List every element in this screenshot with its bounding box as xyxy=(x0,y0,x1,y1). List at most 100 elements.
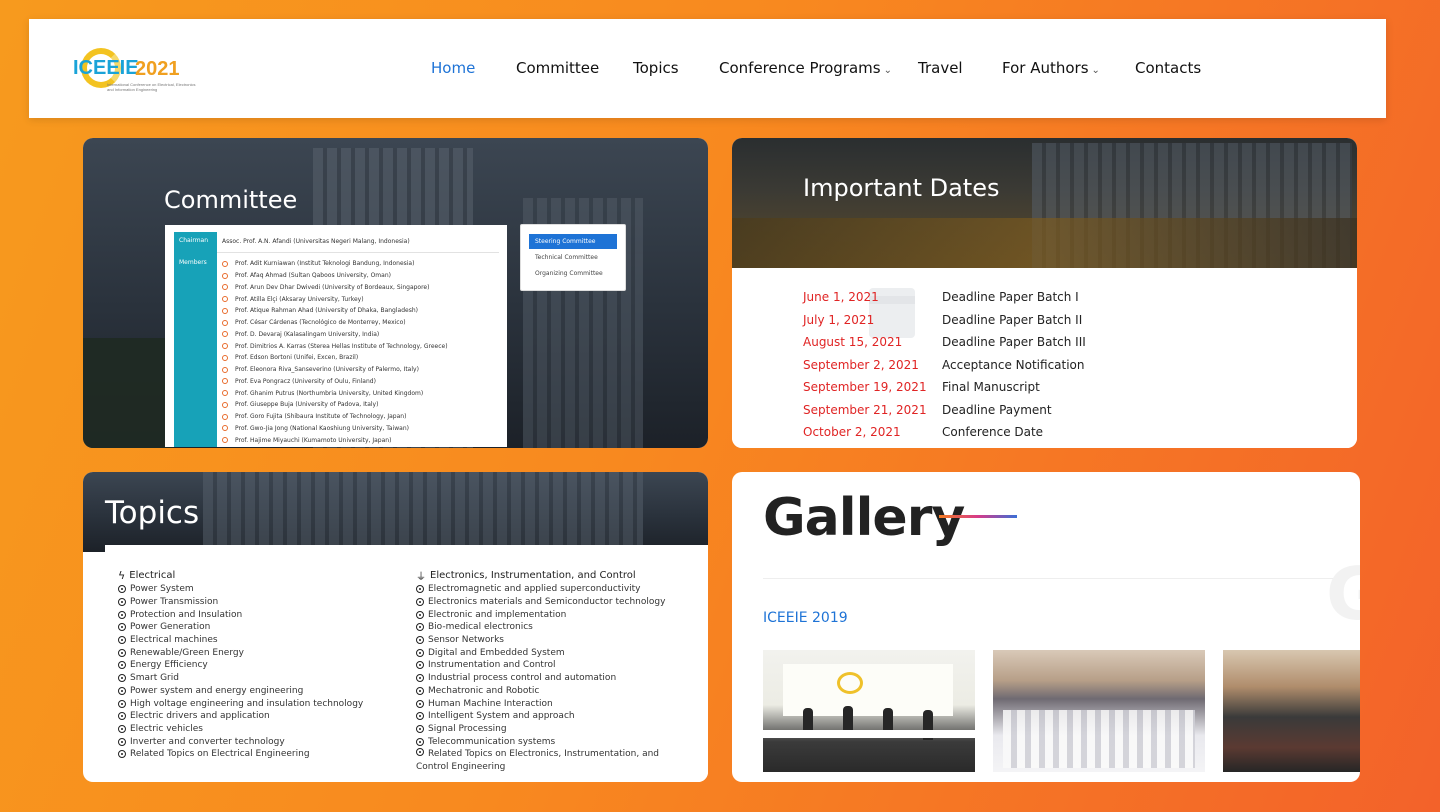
list-item: Prof. Ghanim Putrus (Northumbria Univers… xyxy=(222,387,448,399)
gallery-photo-audience[interactable] xyxy=(993,650,1205,772)
committee-title: Committee xyxy=(164,186,298,214)
divider xyxy=(217,252,499,253)
list-item: Mechatronic and Robotic xyxy=(416,685,686,698)
list-item: Prof. Atilla Elçi (Aksaray University, T… xyxy=(222,293,448,305)
bullet-icon xyxy=(222,331,228,338)
gallery-photo-panel-discussion[interactable] xyxy=(763,650,975,772)
chairs xyxy=(1003,710,1195,768)
radio-bullet-icon xyxy=(416,724,424,733)
chevron-down-icon: ⌄ xyxy=(1091,65,1100,76)
radio-bullet-icon xyxy=(118,648,126,657)
list-item: Sensor Networks xyxy=(416,634,686,647)
tab-technical-committee[interactable]: Technical Committee xyxy=(529,250,617,265)
list-item: Prof. Eleonora Riva_Sanseverino (Univers… xyxy=(222,364,448,376)
list-item: Power System xyxy=(118,583,363,596)
chairman-label: Chairman xyxy=(179,237,209,244)
gallery-ghost-letter: G xyxy=(1326,552,1360,636)
gallery-title-underline xyxy=(939,515,1017,518)
nav-conference-programs[interactable]: Conference Programs ⌄ xyxy=(719,59,892,77)
list-item: Energy Efficiency xyxy=(118,659,363,672)
date-value: June 1, 2021 xyxy=(803,290,879,304)
date-value: September 19, 2021 xyxy=(803,380,927,394)
nav-contacts[interactable]: Contacts xyxy=(1135,59,1201,77)
date-label: Conference Date xyxy=(942,425,1044,439)
nav-for-authors[interactable]: For Authors ⌄ xyxy=(1002,59,1100,77)
radio-bullet-icon xyxy=(118,750,126,759)
logo-mark: ICEEIE xyxy=(73,57,139,79)
topics-card[interactable]: Topics ϟ Electrical Power System Power Tr… xyxy=(83,472,708,782)
committee-panel: Chairman Members Assoc. Prof. A.N. Afand… xyxy=(165,225,507,447)
list-item: Electronic and implementation xyxy=(416,608,686,621)
list-item: Human Machine Interaction xyxy=(416,697,686,710)
radio-bullet-icon xyxy=(118,674,126,683)
list-item: Electric vehicles xyxy=(118,723,363,736)
bullet-icon xyxy=(222,366,228,373)
site-logo[interactable]: ICEEIE 2021 International Conference on … xyxy=(73,47,196,92)
list-item: Smart Grid xyxy=(118,672,363,685)
list-item: Prof. Afaq Ahmad (Sultan Qaboos Universi… xyxy=(222,270,448,282)
bullet-icon xyxy=(222,425,228,432)
list-item: Bio-medical electronics xyxy=(416,621,686,634)
bullet-icon xyxy=(222,354,228,361)
bullet-icon xyxy=(222,272,228,279)
list-item: Electromagnetic and applied superconduct… xyxy=(416,583,686,596)
gallery-year-link[interactable]: ICEEIE 2019 xyxy=(763,610,848,626)
date-value: July 1, 2021 xyxy=(803,313,875,327)
gallery-title: Gallery xyxy=(763,488,965,548)
important-dates-card[interactable]: Important Dates June 1, 2021 Deadline Pap… xyxy=(732,138,1357,448)
nav-for-authors-label: For Authors xyxy=(1002,59,1089,77)
tab-organizing-committee[interactable]: Organizing Committee xyxy=(529,266,617,281)
list-item: Electronics materials and Semiconductor … xyxy=(416,596,686,609)
nav-home[interactable]: Home xyxy=(431,59,475,77)
date-label: Deadline Paper Batch III xyxy=(942,335,1086,349)
list-item: Prof. Atique Rahman Ahad (University of … xyxy=(222,305,448,317)
chairman-name: Assoc. Prof. A.N. Afandi (Universitas Ne… xyxy=(222,238,410,245)
date-label: Deadline Paper Batch II xyxy=(942,313,1083,327)
banner-logo-icon xyxy=(837,672,863,694)
plug-icon: ⏚ xyxy=(416,571,426,583)
radio-bullet-icon xyxy=(416,610,424,619)
list-item: Prof. Edson Bortoni (Unifei, Excen, Braz… xyxy=(222,352,448,364)
radio-bullet-icon xyxy=(416,674,424,683)
radio-bullet-icon xyxy=(416,699,424,708)
nav-committee[interactable]: Committee xyxy=(516,59,599,77)
radio-bullet-icon xyxy=(118,585,126,594)
radio-bullet-icon xyxy=(118,724,126,733)
members-label: Members xyxy=(179,259,207,266)
radio-bullet-icon xyxy=(416,686,424,695)
nav-topics[interactable]: Topics xyxy=(633,59,679,77)
topics-electronics-column: ⏚ Electronics, Instrumentation, and Contr… xyxy=(416,567,686,773)
list-item: Intelligent System and approach xyxy=(416,710,686,723)
top-navbar: ICEEIE 2021 International Conference on … xyxy=(29,19,1386,118)
bullet-icon xyxy=(222,401,228,408)
list-item: Related Topics on Electronics, Instrumen… xyxy=(416,747,659,772)
list-item: High voltage engineering and insulation … xyxy=(118,697,363,710)
date-label: Deadline Paper Batch I xyxy=(942,290,1079,304)
list-item: Instrumentation and Control xyxy=(416,659,686,672)
bullet-icon xyxy=(222,343,228,350)
table xyxy=(763,730,975,738)
dates-background-photo xyxy=(732,138,1357,268)
list-item: Electrical machines xyxy=(118,634,363,647)
list-item: Prof. Goro Fujita (Shibaura Institute of… xyxy=(222,411,448,423)
radio-bullet-icon xyxy=(118,661,126,670)
radio-bullet-icon xyxy=(118,699,126,708)
nav-travel[interactable]: Travel xyxy=(918,59,963,77)
topics-panel: ϟ Electrical Power System Power Transmiss… xyxy=(105,545,708,782)
bullet-icon xyxy=(222,307,228,314)
nav-conference-programs-label: Conference Programs xyxy=(719,59,881,77)
list-item: Prof. César Cárdenas (Tecnológico de Mon… xyxy=(222,317,448,329)
committee-card[interactable]: Committee Chairman Members Assoc. Prof. … xyxy=(83,138,708,448)
list-item: Prof. Dimitrios A. Karras (Sterea Hellas… xyxy=(222,340,448,352)
list-item: Renewable/Green Energy xyxy=(118,646,363,659)
topics-electrical-heading: ϟ Electrical xyxy=(118,568,176,582)
list-item: Signal Processing xyxy=(416,723,686,736)
important-dates-title: Important Dates xyxy=(803,174,1000,202)
gallery-photo-group[interactable] xyxy=(1223,650,1360,772)
tab-steering-committee[interactable]: Steering Committee xyxy=(529,234,617,249)
list-item: Prof. Arun Dev Dhar Dwivedi (University … xyxy=(222,282,448,294)
bullet-icon xyxy=(222,413,228,420)
topics-title: Topics xyxy=(105,495,200,531)
bullet-icon xyxy=(222,390,228,397)
list-item: Power Transmission xyxy=(118,596,363,609)
